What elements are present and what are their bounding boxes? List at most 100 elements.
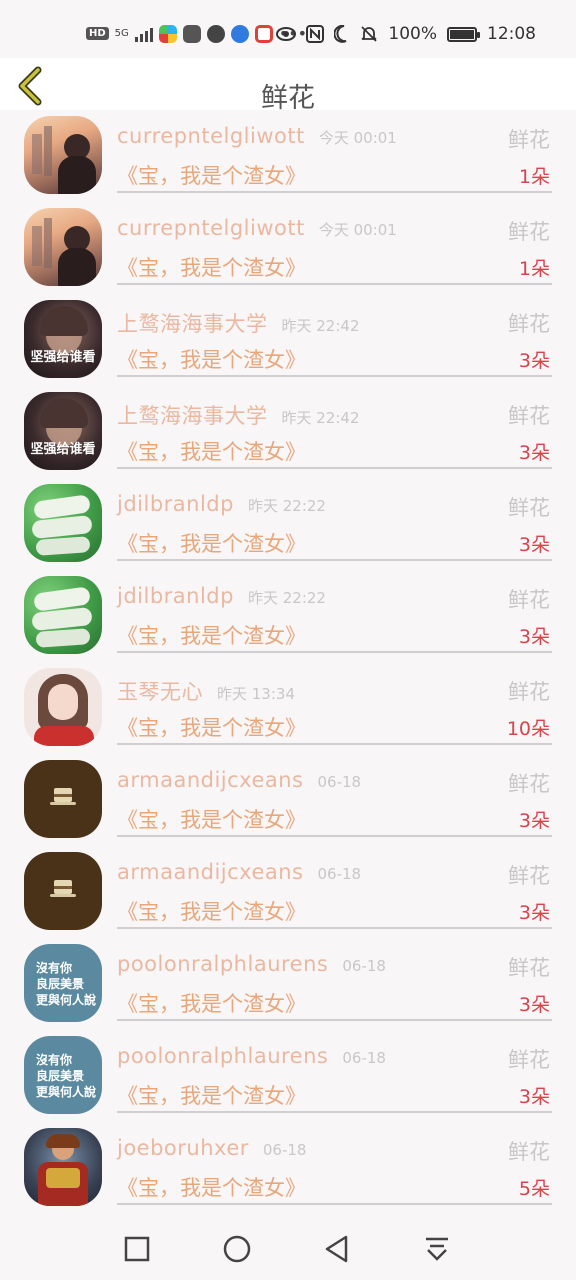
username[interactable]: 上鹜海海事大学 [117,404,268,428]
list-item[interactable]: currepntelgliwott 今天 00:01 鲜花 《宝，我是个渣女》 1朵 [0,206,576,298]
avatar-caption: 沒有你良辰美景更與何人說 [36,960,102,1008]
avatar[interactable] [24,116,102,194]
gift-type: 鲜花 [508,496,550,520]
divider [117,283,552,285]
work-title[interactable]: 《宝，我是个渣女》 [117,1172,306,1202]
avatar[interactable] [24,668,102,746]
name-line: armaandijcxeans 06-18 [117,768,361,792]
status-left: HD 5G ••• [86,24,307,43]
avatar[interactable] [24,576,102,654]
avatar-caption-line: 更與何人說 [36,993,97,1007]
avatar[interactable] [24,484,102,562]
reader-app-icon [254,24,273,43]
recent-apps-button[interactable] [122,1234,152,1264]
list-item[interactable]: 沒有你 良辰美景 更與何人說 poolonralphlaurens 06-18 鲜花 《宝，… [0,1034,576,1126]
flower-count: 3朵 [518,534,550,556]
list-item[interactable]: armaandijcxeans 06-18 鲜花 《宝，我是个渣女》 3朵 [0,758,576,850]
timestamp: 昨天 22:42 [281,409,360,427]
flower-count: 3朵 [518,810,550,832]
name-line: armaandijcxeans 06-18 [117,860,361,884]
work-title[interactable]: 《宝，我是个渣女》 [117,988,306,1018]
avatar[interactable] [24,760,102,838]
pull-down-button[interactable] [422,1234,452,1264]
work-title[interactable]: 《宝，我是个渣女》 [117,1080,306,1110]
bell-off-icon [361,26,378,42]
avatar[interactable]: 坚强给谁看 [24,300,102,378]
flower-count: 10朵 [506,718,550,740]
divider [117,375,552,377]
username[interactable]: currepntelgliwott [117,216,305,240]
list-item[interactable]: currepntelgliwott 今天 00:01 鲜花 《宝，我是个渣女》 1朵 [0,114,576,206]
work-title[interactable]: 《宝，我是个渣女》 [117,712,306,742]
gift-type: 鲜花 [508,680,550,704]
divider [117,559,552,561]
avatar[interactable]: 沒有你 良辰美景 更與何人說 [24,1036,102,1114]
name-line: 上鹜海海事大学 昨天 22:42 [117,308,360,338]
gift-type: 鲜花 [508,956,550,980]
timestamp: 06-18 [342,957,386,975]
flower-count: 3朵 [518,350,550,372]
work-title[interactable]: 《宝，我是个渣女》 [117,620,306,650]
username[interactable]: armaandijcxeans [117,860,304,884]
pull-down-icon [426,1237,448,1261]
username[interactable]: jdilbranldp [117,492,234,516]
name-line: jdilbranldp 昨天 22:22 [117,584,326,608]
flower-count: 1朵 [518,166,550,188]
gift-type: 鲜花 [508,1140,550,1164]
username[interactable]: currepntelgliwott [117,124,305,148]
avatar-caption-line: 良辰美景 [36,1069,85,1083]
work-title[interactable]: 《宝，我是个渣女》 [117,436,306,466]
timestamp: 昨天 22:22 [247,589,326,607]
timestamp: 今天 00:01 [318,129,397,147]
avatar-caption-line: 沒有你 [36,1053,73,1067]
work-title[interactable]: 《宝，我是个渣女》 [117,252,306,282]
avatar-caption-line: 良辰美景 [36,977,85,991]
list-item[interactable]: joeboruhxer 06-18 鲜花 《宝，我是个渣女》 5朵 [0,1126,576,1218]
list-item[interactable]: 坚强给谁看 上鹜海海事大学 昨天 22:42 鲜花 《宝，我是个渣女》 3朵 [0,298,576,390]
huawei-app-icon [182,24,201,43]
work-title[interactable]: 《宝，我是个渣女》 [117,896,306,926]
list-item[interactable]: 坚强给谁看 上鹜海海事大学 昨天 22:42 鲜花 《宝，我是个渣女》 3朵 [0,390,576,482]
avatar[interactable] [24,852,102,930]
work-title[interactable]: 《宝，我是个渣女》 [117,804,306,834]
name-line: poolonralphlaurens 06-18 [117,952,386,976]
work-title[interactable]: 《宝，我是个渣女》 [117,344,306,374]
username[interactable]: poolonralphlaurens [117,952,328,976]
avatar[interactable]: 坚强给谁看 [24,392,102,470]
avatar[interactable] [24,208,102,286]
timestamp: 06-18 [342,1049,386,1067]
avatar[interactable] [24,1128,102,1206]
work-title[interactable]: 《宝，我是个渣女》 [117,160,306,190]
list-item[interactable]: jdilbranldp 昨天 22:22 鲜花 《宝，我是个渣女》 3朵 [0,574,576,666]
list-item[interactable]: 沒有你良辰美景更與何人說 poolonralphlaurens 06-18 鲜花《宝，… [0,942,576,1034]
gift-type: 鲜花 [508,1048,550,1072]
username[interactable]: poolonralphlaurens [117,1044,328,1068]
username[interactable]: jdilbranldp [117,584,234,608]
nav-back-button[interactable] [322,1234,352,1264]
avatar[interactable]: 沒有你良辰美景更與何人說 [24,944,102,1022]
username[interactable]: 上鹜海海事大学 [117,312,268,336]
home-icon [223,1235,251,1263]
clock: 12:08 [487,24,536,44]
avatar-caption-line: 沒有你 [36,961,73,975]
browser-app-icon [158,24,177,43]
username[interactable]: 玉琴无心 [117,680,203,704]
telegram-icon [230,24,249,43]
gift-type: 鲜花 [508,404,550,428]
work-title[interactable]: 《宝，我是个渣女》 [117,528,306,558]
list-item[interactable]: 玉琴无心 昨天 13:34 鲜花 《宝，我是个渣女》 10朵 [0,666,576,758]
username[interactable]: joeboruhxer [117,1136,249,1160]
recent-apps-icon [124,1236,150,1262]
list-item[interactable]: armaandijcxeans 06-18 鲜花 《宝，我是个渣女》 3朵 [0,850,576,942]
flower-count: 5朵 [518,1178,550,1200]
app-header: 鲜花 [0,58,576,114]
username[interactable]: armaandijcxeans [117,768,304,792]
name-line: currepntelgliwott 今天 00:01 [117,216,397,240]
home-button[interactable] [222,1234,252,1264]
list-item[interactable]: jdilbranldp 昨天 22:22 鲜花 《宝，我是个渣女》 3朵 [0,482,576,574]
avatar-caption: 沒有你 良辰美景 更與何人說 [36,1052,102,1100]
flower-list: currepntelgliwott 今天 00:01 鲜花 《宝，我是个渣女》 1朵 cu… [0,114,576,1218]
back-icon [325,1235,348,1263]
system-nav-bar [0,1216,576,1280]
divider [117,1019,552,1021]
